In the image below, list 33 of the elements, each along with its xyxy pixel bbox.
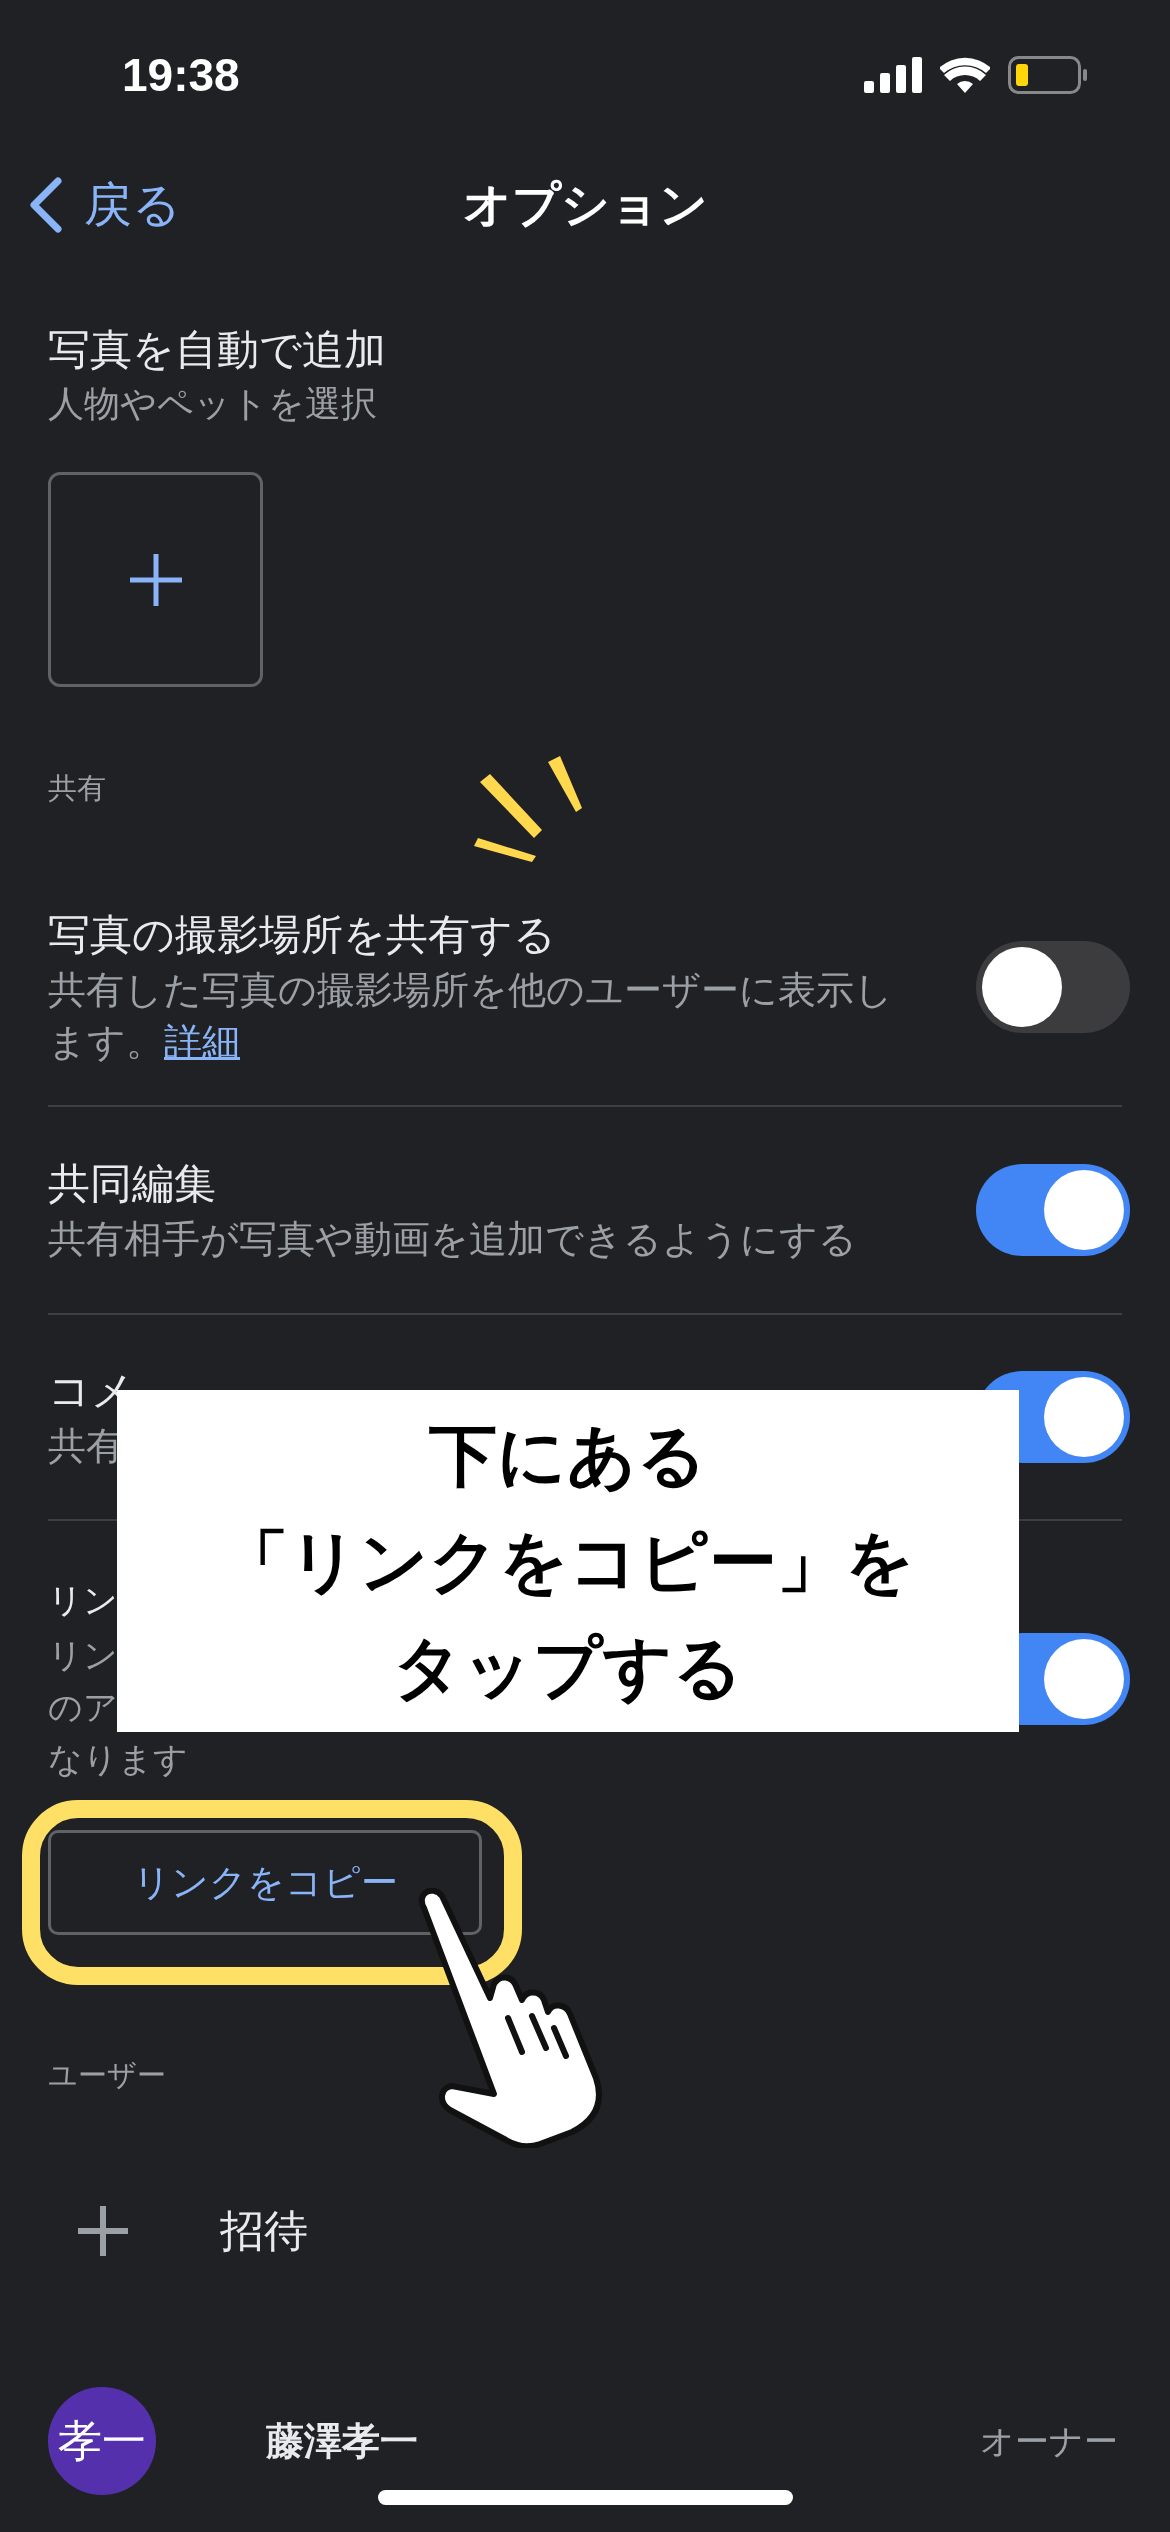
- signal-icon: [864, 57, 922, 93]
- setting-description: 共有: [48, 1424, 124, 1469]
- setting-title: 写真を自動で追加: [48, 325, 387, 375]
- back-chevron-icon: [28, 177, 64, 233]
- plus-icon: [127, 551, 184, 608]
- setting-description: 共有した写真の撮影場所を他のユーザーに表示します。詳細: [48, 968, 894, 1065]
- setting-description: 人物やペットを選択: [48, 382, 378, 426]
- sparkle-icon: [472, 756, 584, 862]
- wifi-icon: [940, 57, 990, 93]
- plus-icon: [78, 2206, 128, 2256]
- add-person-button[interactable]: [48, 472, 263, 687]
- copy-link-button[interactable]: リンクをコピー: [48, 1830, 482, 1935]
- setting-title: リン: [48, 1580, 118, 1621]
- callout-text: 「リンクをコピー」を: [221, 1522, 915, 1601]
- setting-description: のア: [48, 1687, 118, 1728]
- status-time: 19:38: [122, 47, 240, 103]
- user-name: 藤澤孝一: [266, 2418, 418, 2464]
- back-button[interactable]: 戻る: [0, 169, 181, 241]
- details-link[interactable]: 詳細: [164, 1021, 240, 1063]
- setting-description: リン: [48, 1635, 118, 1676]
- battery-icon: [1008, 56, 1088, 94]
- setting-description: 共有相手が写真や動画を追加できるようにする: [48, 1217, 857, 1262]
- section-header: ユーザー: [48, 2058, 166, 2094]
- setting-description: なります: [48, 1739, 188, 1780]
- user-role: オーナー: [980, 2420, 1118, 2462]
- callout-text: タップする: [393, 1628, 743, 1707]
- setting-title: 共同編集: [48, 1159, 216, 1209]
- page-title: オプション: [462, 177, 708, 233]
- user-avatar: 孝一: [48, 2387, 156, 2495]
- invite-label[interactable]: 招待: [220, 2198, 308, 2264]
- setting-title: 写真の撮影場所を共有する: [48, 910, 556, 960]
- section-header: 共有: [48, 772, 106, 804]
- callout-text: 下にある: [429, 1416, 707, 1495]
